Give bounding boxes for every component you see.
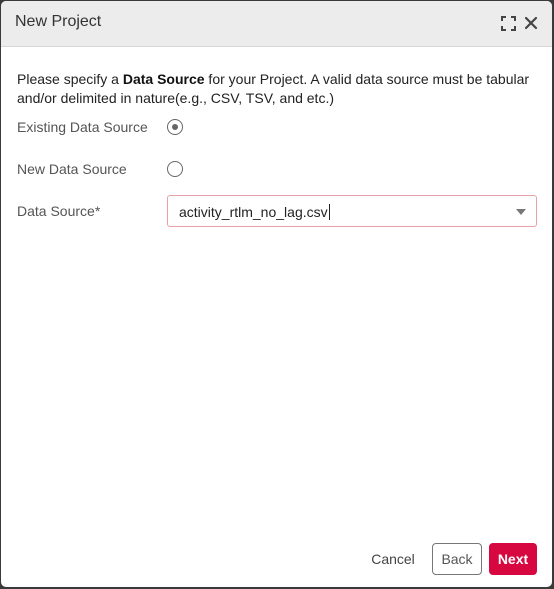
next-button[interactable]: Next (489, 543, 537, 575)
data-source-value: activity_rtlm_no_lag.csv (179, 204, 330, 220)
radio-selected-dot (171, 123, 178, 130)
new-project-dialog: New Project Please specify a Data Source… (1, 1, 552, 587)
back-button[interactable]: Back (432, 543, 482, 575)
close-icon[interactable] (524, 16, 538, 30)
existing-data-source-label: Existing Data Source (17, 119, 148, 135)
chevron-down-icon[interactable] (516, 209, 526, 215)
data-source-select[interactable]: activity_rtlm_no_lag.csv (167, 195, 537, 227)
cancel-button[interactable]: Cancel (365, 543, 421, 575)
intro-prefix: Please specify a (17, 71, 123, 87)
new-data-source-radio[interactable] (167, 161, 183, 177)
intro-text: Please specify a Data Source for your Pr… (17, 70, 537, 108)
existing-data-source-radio[interactable] (167, 119, 183, 135)
data-source-label: Data Source* (17, 203, 101, 219)
dialog-titlebar: New Project (1, 1, 552, 47)
maximize-icon[interactable] (501, 16, 516, 31)
new-data-source-label: New Data Source (17, 161, 127, 177)
data-source-value-text: activity_rtlm_no_lag.csv (179, 204, 328, 220)
dialog-title: New Project (15, 13, 102, 30)
text-cursor (328, 204, 330, 220)
intro-emphasis: Data Source (122, 71, 205, 87)
